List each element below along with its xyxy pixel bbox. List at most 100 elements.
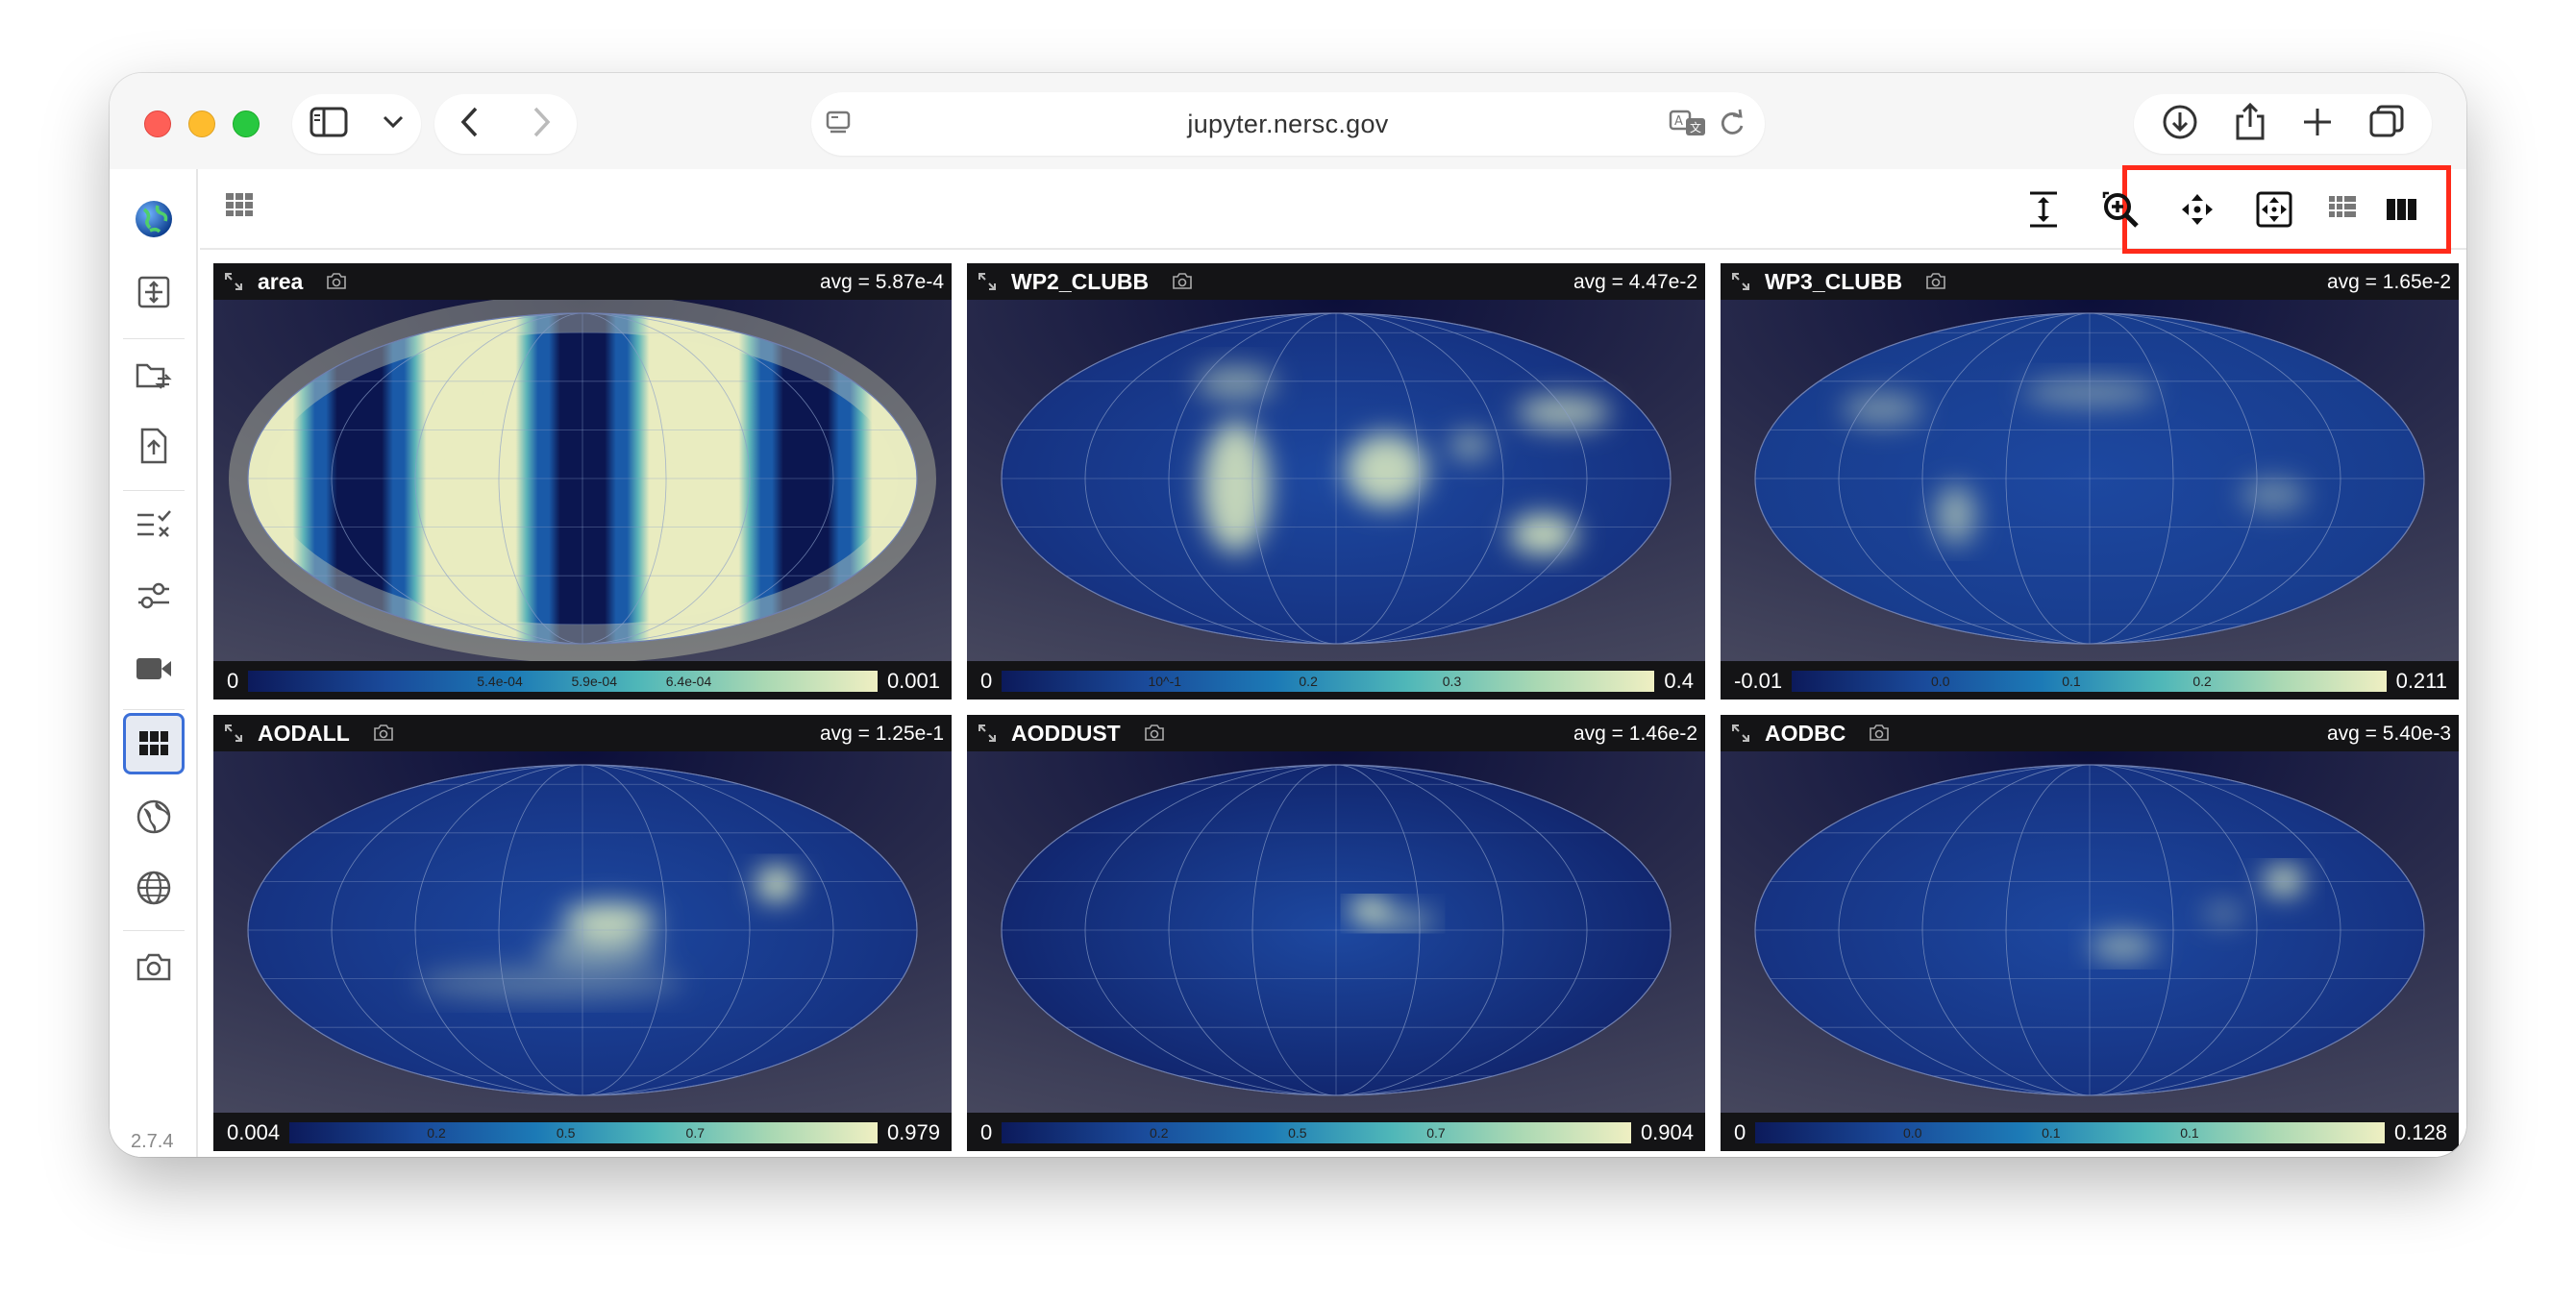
expand-icon[interactable]: [223, 723, 244, 744]
forward-button[interactable]: [532, 107, 551, 142]
colorbar-gradient: [248, 671, 878, 692]
camera-icon[interactable]: [1869, 723, 1890, 744]
reset-view-button[interactable]: [2236, 190, 2313, 233]
expand-icon[interactable]: [1730, 723, 1751, 744]
svg-text:文: 文: [1690, 120, 1701, 135]
panel-title: AODBC: [1765, 720, 1846, 746]
camera-icon[interactable]: [373, 723, 394, 744]
columns-icon: [2387, 197, 2417, 227]
back-button[interactable]: [460, 107, 480, 142]
colorbar-gradient: [1755, 1122, 2385, 1143]
download-icon[interactable]: [2161, 103, 2199, 146]
panel-average: avg = 1.65e-2: [2326, 271, 2451, 293]
expand-icon[interactable]: [223, 271, 244, 292]
new-tab-icon[interactable]: [2301, 106, 2334, 143]
map-projection[interactable]: [1721, 300, 2459, 661]
colorbar-tick: 0.7: [685, 1125, 705, 1141]
video-camera-icon[interactable]: [123, 638, 185, 700]
map-panel[interactable]: AODALL avg = 1.25e-1 0.004 0.979 0.2 0.5 0…: [213, 715, 952, 1151]
panel-average: avg = 5.40e-3: [2326, 723, 2451, 745]
map-panel[interactable]: WP2_CLUBB avg = 4.47e-2 0 0.4 10^-1 0.2 0.…: [967, 263, 1705, 700]
camera-icon[interactable]: [1925, 271, 1946, 292]
file-upload-icon[interactable]: [123, 415, 185, 477]
colorbar-gradient: [289, 1122, 878, 1143]
map-projection[interactable]: [213, 751, 952, 1113]
panel-average: avg = 4.47e-2: [1573, 271, 1697, 293]
map-panel[interactable]: AODDUST avg = 1.46e-2 0 0.904 0.2 0.5 0.7: [967, 715, 1705, 1151]
colorbar-gradient: [1002, 1122, 1631, 1143]
expand-icon[interactable]: [977, 271, 998, 292]
colorbar-max: 0.904: [1640, 1120, 1694, 1144]
map-panel[interactable]: AODBC avg = 5.40e-3 0 0.128 0.0 0.1 0.1: [1721, 715, 2459, 1151]
share-icon[interactable]: [2233, 102, 2267, 147]
app-content: 2.7.4 area avg = 5.87e-4 0 0.001 5.4e-04…: [110, 165, 2466, 1157]
map-projection[interactable]: [1721, 751, 2459, 1113]
pan-arrows-icon: [2180, 192, 2215, 232]
map-panel[interactable]: area avg = 5.87e-4 0 0.001 5.4e-04 5.9e-0…: [213, 263, 952, 700]
map-projection[interactable]: [967, 751, 1705, 1113]
colorbar-max: 0.4: [1664, 669, 1694, 693]
colorbar-max: 0.211: [2395, 669, 2447, 693]
globe-icon[interactable]: [123, 786, 185, 847]
chevron-down-icon[interactable]: [383, 115, 404, 134]
colorbar-tick: 0.2: [1150, 1125, 1169, 1141]
move-grid-icon[interactable]: [123, 261, 185, 323]
columns-button[interactable]: [2372, 190, 2432, 233]
camera-icon[interactable]: [326, 271, 347, 292]
address-bar[interactable]: jupyter.nersc.gov A文: [811, 92, 1765, 156]
colorbar-tick: 0.2: [1299, 674, 1318, 689]
panel-average: avg = 1.46e-2: [1573, 723, 1697, 745]
zoom-window-button[interactable]: [233, 110, 260, 137]
colorbar-tick: 0.1: [2180, 1125, 2199, 1141]
camera-icon[interactable]: [123, 936, 185, 997]
colorbar-tick: 10^-1: [1148, 674, 1182, 689]
colorbar: 0 0.128 0.0 0.1 0.1: [1721, 1113, 2459, 1151]
zoom-in-button[interactable]: [2082, 190, 2159, 233]
colorbar-min: 0.004: [227, 1120, 281, 1144]
translate-icon[interactable]: A文: [1669, 109, 1707, 142]
map-panel[interactable]: WP3_CLUBB avg = 1.65e-2 -0.01 0.211 0.0 0…: [1721, 263, 2459, 700]
grid-small-icon: [2329, 195, 2356, 228]
checklist-icon[interactable]: [123, 494, 185, 555]
close-window-button[interactable]: [144, 110, 171, 137]
wireframe-globe-icon[interactable]: [123, 857, 185, 919]
navigation-group: [434, 94, 577, 154]
panel-title: area: [258, 268, 304, 294]
panel-header: area avg = 5.87e-4: [213, 263, 952, 300]
expand-icon[interactable]: [1730, 271, 1751, 292]
minimize-window-button[interactable]: [188, 110, 215, 137]
url-text: jupyter.nersc.gov: [1187, 110, 1389, 138]
view-toolbar: [200, 165, 2466, 254]
colorbar-min: 0: [1734, 1120, 1746, 1144]
sidebar-toggle-icon[interactable]: [310, 107, 348, 142]
colorbar-tick: 0.1: [2042, 1125, 2061, 1141]
grid-small-button[interactable]: [2313, 190, 2372, 233]
layout-grid-icon[interactable]: [225, 192, 254, 222]
camera-icon[interactable]: [1172, 271, 1193, 292]
map-projection[interactable]: [967, 300, 1705, 661]
camera-icon[interactable]: [1144, 723, 1165, 744]
browser-actions-group: [2134, 94, 2432, 154]
panel-header: WP2_CLUBB avg = 4.47e-2: [967, 263, 1705, 300]
colorbar-gradient: [1792, 671, 2387, 692]
grid-view-icon[interactable]: [123, 713, 185, 774]
app-logo-globe-icon[interactable]: [123, 188, 185, 250]
colorbar-tick: 6.4e-04: [665, 674, 712, 689]
expand-icon[interactable]: [977, 723, 998, 744]
folder-swap-icon[interactable]: [123, 344, 185, 405]
colorbar-max: 0.001: [886, 669, 940, 693]
map-projection[interactable]: [213, 294, 952, 663]
panel-header: AODALL avg = 1.25e-1: [213, 715, 952, 751]
tab-overview-icon[interactable]: [2367, 103, 2406, 146]
panel-title: WP3_CLUBB: [1765, 268, 1903, 294]
sliders-icon[interactable]: [123, 565, 185, 626]
fit-height-button[interactable]: [2005, 190, 2082, 233]
reload-icon[interactable]: [1719, 109, 1746, 142]
colorbar-tick: 5.9e-04: [571, 674, 617, 689]
colorbar-max: 0.128: [2393, 1120, 2447, 1144]
panel-header: WP3_CLUBB avg = 1.65e-2: [1721, 263, 2459, 300]
title-bar: jupyter.nersc.gov A文: [110, 73, 2466, 169]
colorbar: 0 0.4 10^-1 0.2 0.3: [967, 661, 1705, 700]
colorbar-tick: 0.5: [556, 1125, 576, 1141]
pan-button[interactable]: [2159, 190, 2236, 233]
